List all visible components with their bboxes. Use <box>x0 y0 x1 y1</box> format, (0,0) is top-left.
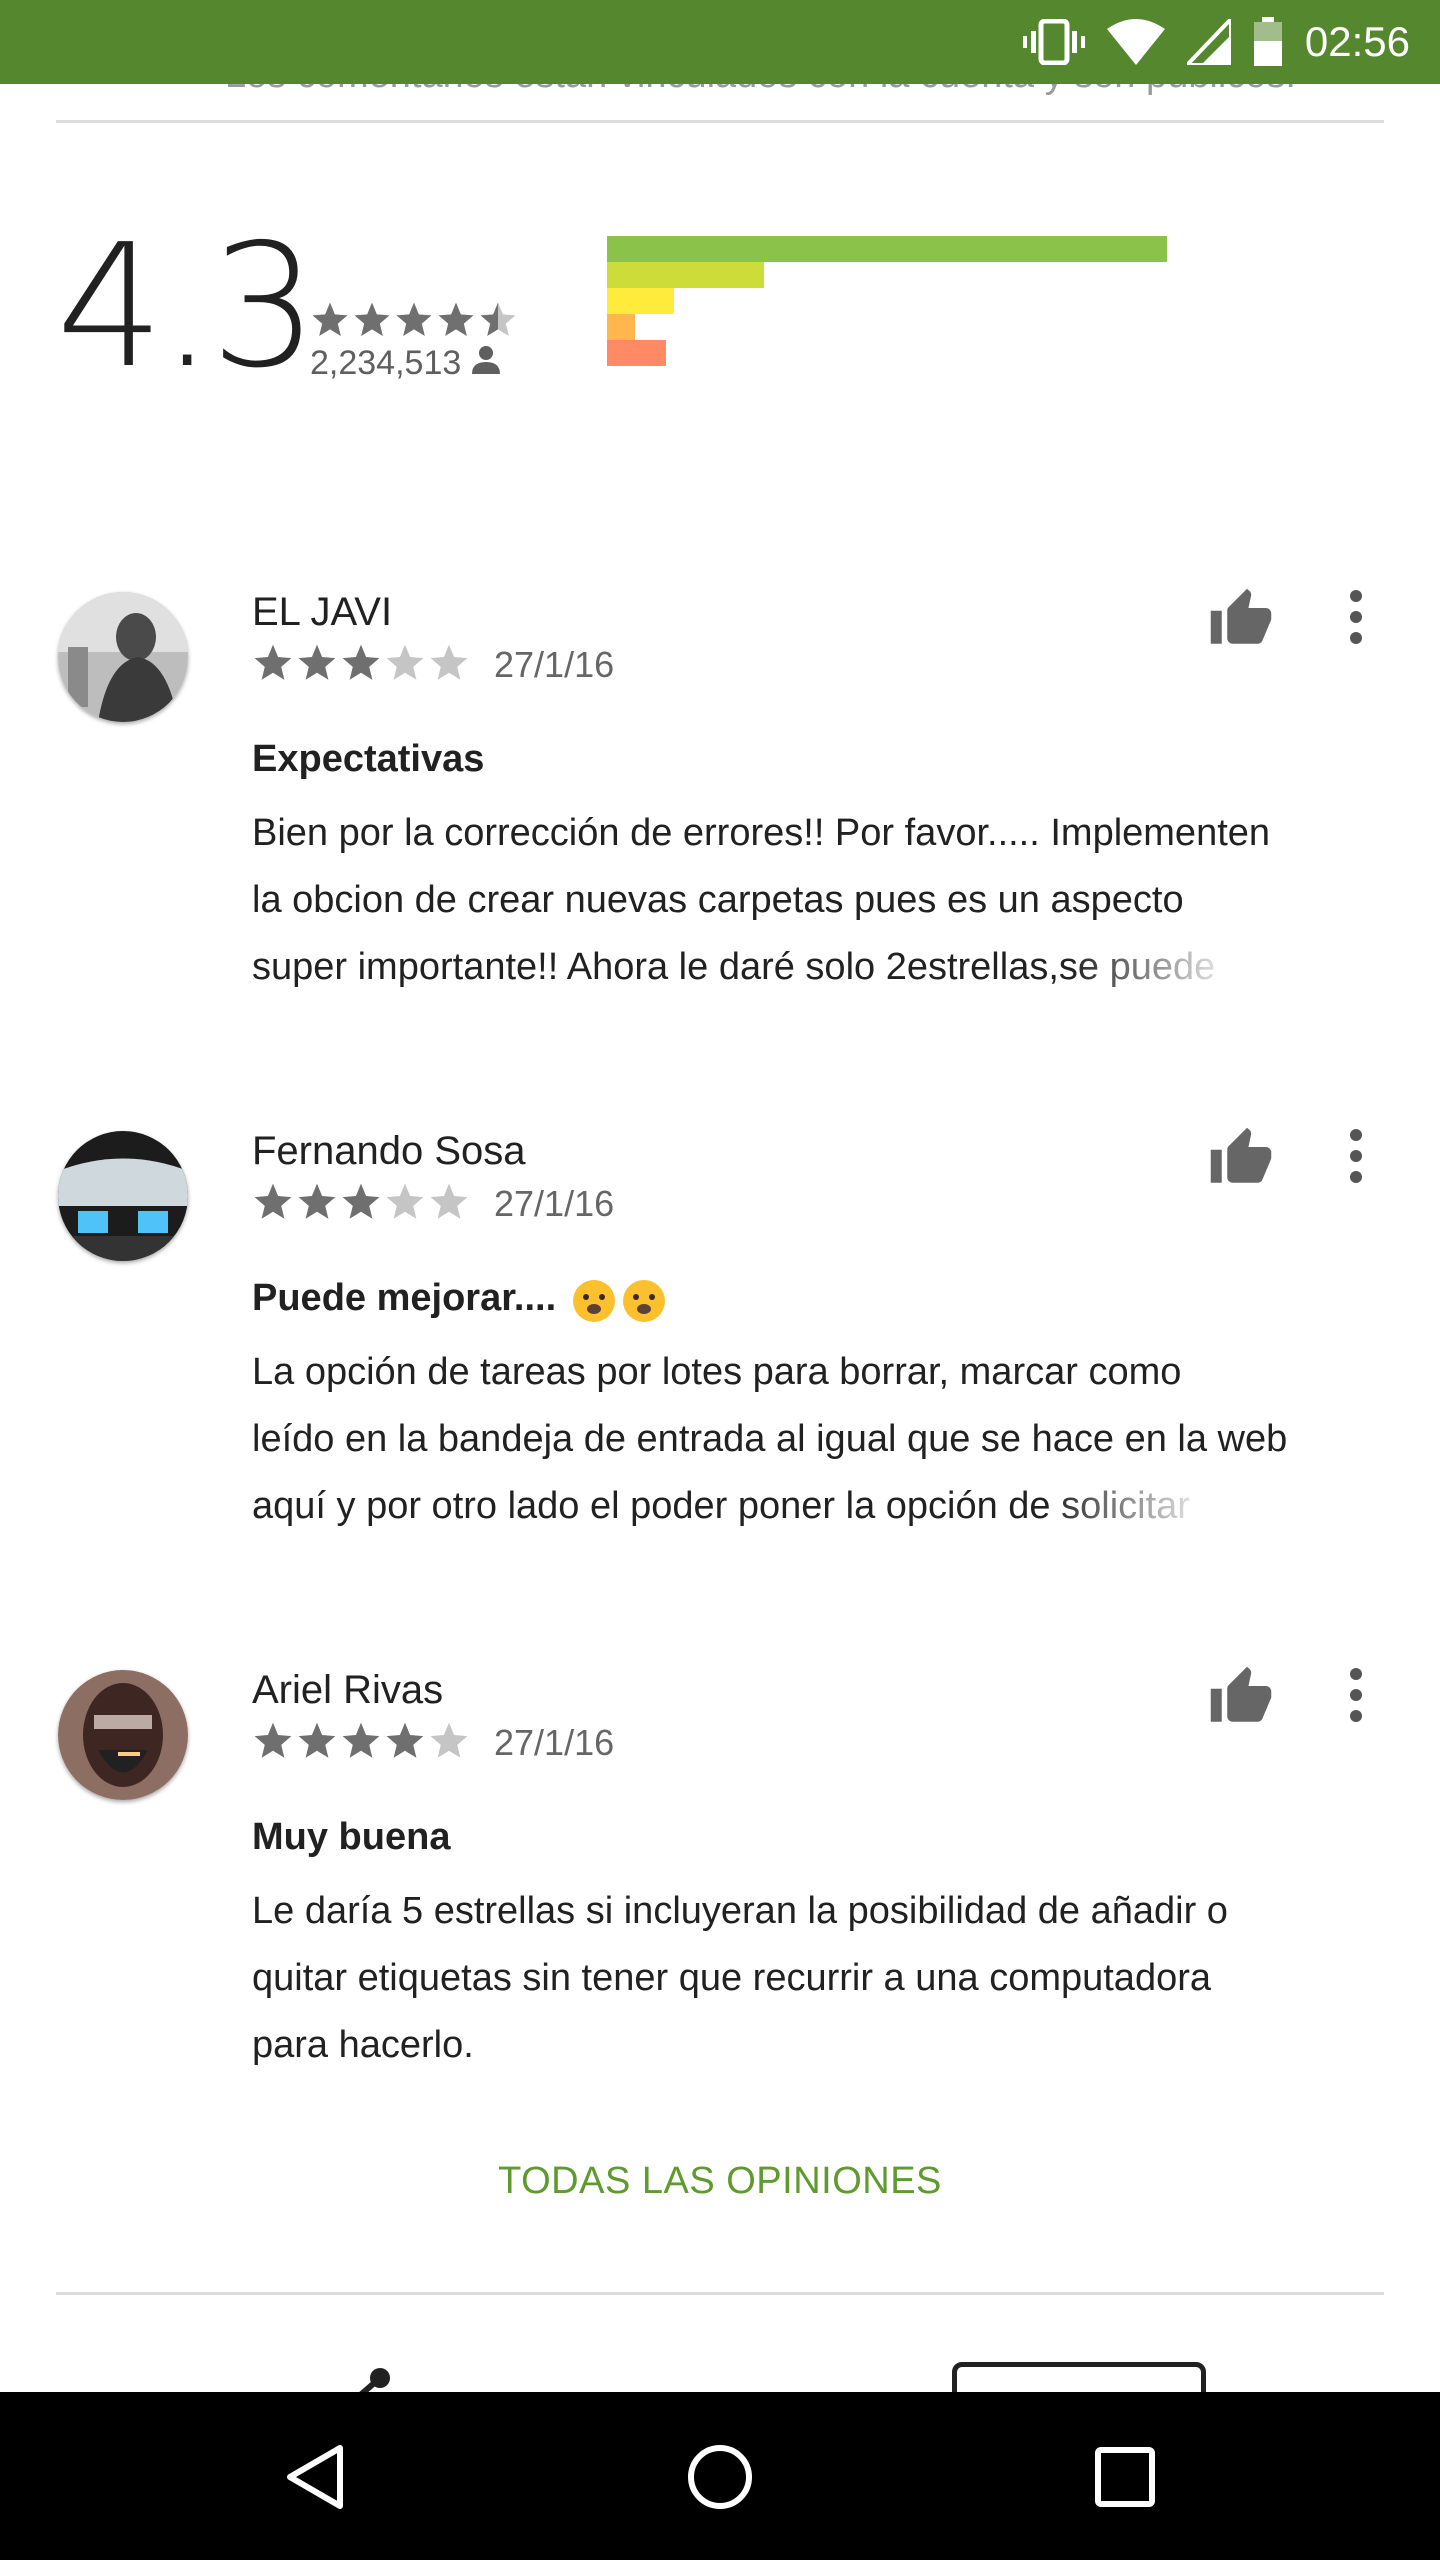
rating-bar-1 <box>607 340 666 366</box>
star-icon <box>436 300 476 340</box>
recents-icon[interactable] <box>1080 2432 1170 2522</box>
rating-distribution <box>607 236 1167 366</box>
all-reviews-button[interactable]: TODAS LAS OPINIONES <box>0 2160 1440 2203</box>
star-icon <box>296 642 338 684</box>
reviewer-name: Ariel Rivas <box>252 1668 444 1712</box>
review-body-line: Bien por la corrección de errores!! Por … <box>252 812 1271 854</box>
thumb-up-icon[interactable] <box>1208 1125 1274 1191</box>
reviewer-name: EL JAVI <box>252 590 393 634</box>
review-stars <box>252 1181 472 1223</box>
star-icon <box>384 642 426 684</box>
star-icon <box>384 1720 426 1762</box>
review-body-line: quitar etiquetas sin tener que recurrir … <box>252 1957 1211 1999</box>
status-time: 02:56 <box>1304 18 1410 65</box>
star-icon <box>252 1181 294 1223</box>
more-vert-icon[interactable] <box>1338 584 1374 650</box>
star-icon <box>340 1720 382 1762</box>
review-body-line: la obcion de crear nuevas carpetas pues … <box>252 879 1184 921</box>
review-date: 27/1/16 <box>494 644 615 685</box>
avatar[interactable] <box>58 1131 188 1261</box>
thumb-up-icon[interactable] <box>1208 1664 1274 1730</box>
review-body-line: aquí y por otro lado el poder poner la o… <box>252 1473 1382 1540</box>
review-stars <box>252 642 472 684</box>
star-icon <box>340 1181 382 1223</box>
review-body: La opción de tareas por lotes para borra… <box>252 1339 1382 1540</box>
star-icon <box>394 300 434 340</box>
avatar[interactable] <box>58 1670 188 1800</box>
star-icon <box>296 1181 338 1223</box>
wifi-icon <box>1106 19 1165 65</box>
review-body: Bien por la corrección de errores!! Por … <box>252 800 1382 1001</box>
avatar[interactable] <box>58 592 188 722</box>
star-icon <box>478 300 518 340</box>
review-body: Le daría 5 estrellas si incluyeran la po… <box>252 1878 1382 2079</box>
review-title: Puede mejorar.... <box>252 1277 670 1323</box>
star-icon <box>384 1181 426 1223</box>
star-icon <box>428 642 470 684</box>
star-icon <box>252 1720 294 1762</box>
total-reviews: 2,234,513 <box>310 344 501 383</box>
total-reviews-count: 2,234,513 <box>310 344 462 382</box>
person-icon <box>471 344 501 383</box>
star-icon <box>428 1720 470 1762</box>
navigation-bar <box>0 2392 1440 2560</box>
review-stars <box>252 1720 472 1762</box>
review-body-line: Le daría 5 estrellas si incluyeran la po… <box>252 1890 1228 1932</box>
average-rating: 4.3 <box>56 208 318 406</box>
review-title: Expectativas <box>252 738 485 780</box>
divider <box>56 120 1384 123</box>
star-icon <box>352 300 392 340</box>
more-vert-icon[interactable] <box>1338 1123 1374 1189</box>
status-bar: 02:56 <box>0 0 1440 84</box>
review-body-line: leído en la bandeja de entrada al igual … <box>252 1418 1288 1460</box>
summary-stars <box>310 300 520 340</box>
thumb-up-icon[interactable] <box>1208 586 1274 652</box>
rating-bar-5 <box>607 236 1167 262</box>
vibrate-icon <box>1022 19 1085 65</box>
bottom-peek <box>0 2340 1440 2392</box>
battery-icon <box>1253 17 1283 67</box>
home-icon[interactable] <box>675 2432 765 2522</box>
star-icon <box>310 300 350 340</box>
review-body-line: super importante!! Ahora le daré solo 2e… <box>252 934 1382 1001</box>
review-body-line: La opción de tareas por lotes para borra… <box>252 1351 1182 1393</box>
rating-bar-3 <box>607 288 674 314</box>
back-icon[interactable] <box>270 2432 360 2522</box>
star-icon <box>340 642 382 684</box>
review-body-line: para hacerlo. <box>252 2024 474 2066</box>
rating-bar-4 <box>607 262 764 288</box>
more-vert-icon[interactable] <box>1338 1662 1374 1728</box>
star-icon <box>296 1720 338 1762</box>
star-icon <box>252 642 294 684</box>
clipped-header: Los comentarios están vinculados con la … <box>0 84 1440 124</box>
review-title: Muy buena <box>252 1816 451 1858</box>
share-icon[interactable] <box>330 2364 400 2392</box>
clipped-header-text: Los comentarios están vinculados con la … <box>225 84 1296 97</box>
downloads-badge <box>952 2362 1206 2392</box>
reviewer-name: Fernando Sosa <box>252 1129 526 1173</box>
signal-icon <box>1186 19 1231 65</box>
emoji-icon <box>570 1277 670 1323</box>
star-icon <box>428 1181 470 1223</box>
review-date: 27/1/16 <box>494 1183 615 1224</box>
rating-bar-2 <box>607 314 635 340</box>
review-date: 27/1/16 <box>494 1722 615 1763</box>
divider <box>56 2292 1384 2295</box>
